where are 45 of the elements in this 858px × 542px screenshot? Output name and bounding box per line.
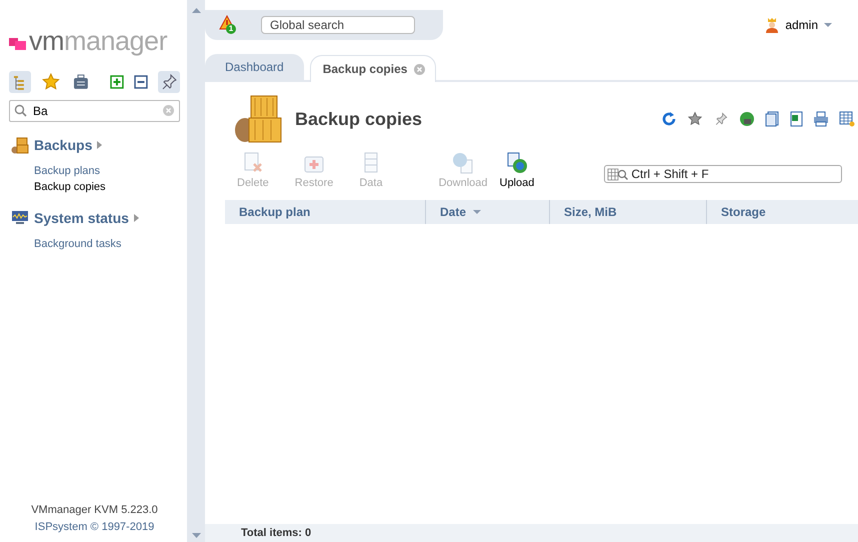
column-header[interactable]: Size, MiB (550, 200, 707, 224)
menu-search-field[interactable]: Ba (9, 100, 180, 122)
column-header[interactable]: Storage (707, 200, 858, 224)
menu-group-title[interactable]: Backups (34, 137, 92, 153)
alert-count-badge: 1 (226, 24, 236, 34)
collapse-icon[interactable] (134, 75, 148, 89)
printer-icon[interactable] (813, 111, 829, 127)
document-globe-icon (506, 152, 528, 174)
page-title: Backup copies (295, 108, 422, 130)
user-icon (765, 17, 780, 33)
global-search-field[interactable]: Global search (261, 16, 415, 34)
caret-icon (97, 141, 102, 149)
user-menu[interactable]: admin (765, 17, 832, 33)
star-icon[interactable] (40, 72, 61, 92)
globe-icon[interactable] (739, 111, 755, 127)
caret-icon (824, 23, 832, 27)
sort-caret-icon (473, 210, 482, 214)
monitor-icon (11, 209, 29, 227)
tab[interactable]: Backup copies (310, 55, 436, 82)
column-header[interactable]: Date (426, 200, 550, 224)
column-header[interactable]: Backup plan (225, 200, 426, 224)
copyright-link[interactable]: ISPsystem © 1997-2019 (9, 519, 180, 536)
vmmanager-logo: vmmanager (9, 26, 168, 57)
spreadsheet-icon[interactable] (789, 111, 803, 127)
menu-item[interactable]: Background tasks (11, 236, 180, 252)
refresh-icon[interactable] (661, 111, 677, 127)
boxes-icon (11, 136, 29, 154)
caret-icon (134, 214, 139, 222)
total-items-text: Total items: 0 (241, 527, 312, 539)
tree-icon[interactable] (9, 71, 31, 93)
tab[interactable]: Dashboard (205, 54, 304, 80)
menu-item[interactable]: Backup copies (11, 179, 180, 195)
menu-item[interactable]: Backup plans (11, 163, 180, 179)
globe-document-icon (452, 152, 474, 174)
delete-document-icon (242, 152, 264, 174)
toolbar-button[interactable]: Upload (494, 152, 540, 189)
table-settings-icon[interactable] (839, 111, 855, 127)
version-text: VMmanager KVM 5.223.0 (30, 503, 159, 518)
document-icon[interactable] (765, 111, 779, 127)
menu-group-title[interactable]: System status (34, 210, 129, 226)
filter-field[interactable]: Ctrl + Shift + F (604, 165, 842, 183)
star-icon[interactable] (687, 111, 703, 127)
pin-icon[interactable] (713, 111, 729, 127)
pin-icon[interactable] (158, 71, 180, 93)
expand-icon[interactable] (110, 75, 124, 89)
